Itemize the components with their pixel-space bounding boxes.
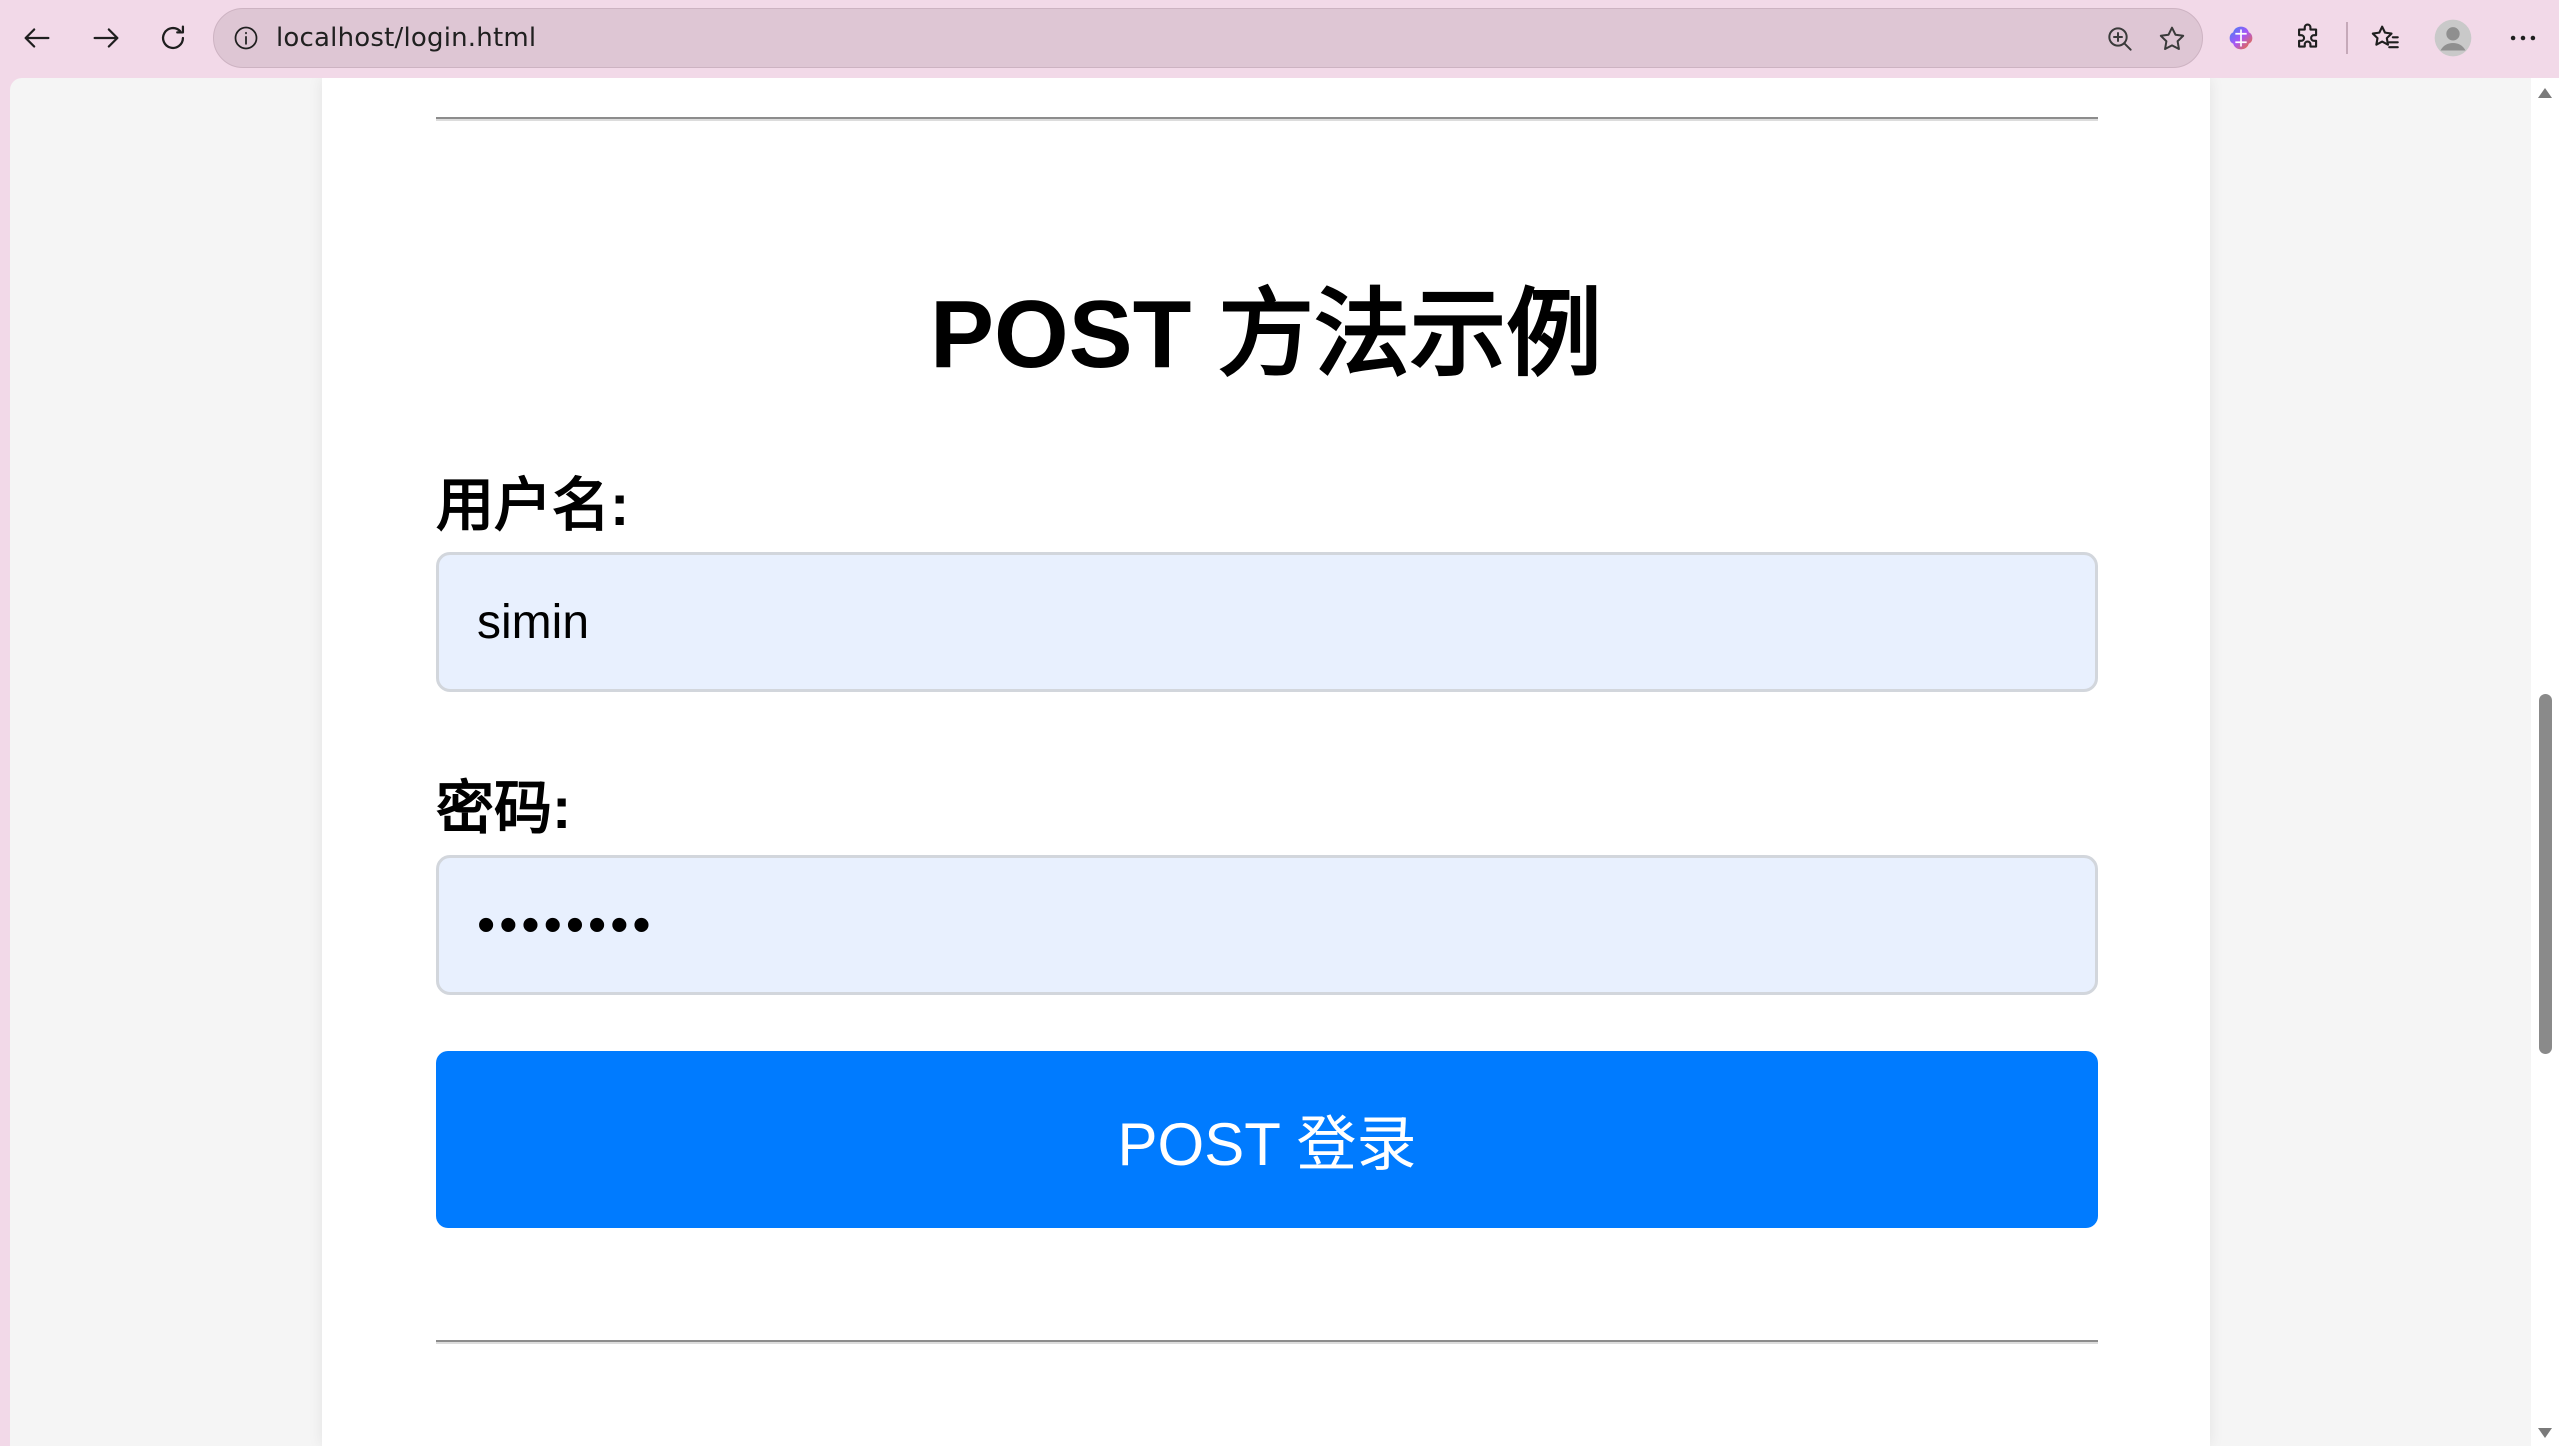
reload-button[interactable] [148, 13, 198, 63]
menu-button[interactable] [2499, 14, 2547, 62]
toolbar-divider [2346, 22, 2348, 54]
username-input[interactable] [436, 552, 2098, 692]
arrow-left-icon [24, 28, 50, 48]
bottom-divider [436, 1340, 2098, 1344]
scroll-down-arrow[interactable] [2538, 1428, 2552, 1438]
login-card: POST 方法示例 用户名: 密码: POST 登录 [322, 78, 2210, 1446]
page-viewport: POST 方法示例 用户名: 密码: POST 登录 [10, 78, 2541, 1446]
password-label: 密码: [436, 776, 572, 841]
zoom-in-icon [2108, 27, 2132, 51]
address-bar[interactable]: localhost/login.html [213, 8, 2203, 68]
profile-button[interactable] [2429, 14, 2477, 62]
info-icon [234, 26, 258, 50]
scroll-thumb[interactable] [2539, 694, 2552, 1054]
reload-icon [161, 25, 185, 50]
site-info-button[interactable] [228, 20, 264, 56]
arrow-right-icon [93, 28, 119, 48]
favorites-button[interactable] [2361, 14, 2409, 62]
extensions-button[interactable] [2285, 14, 2333, 62]
url-text[interactable]: localhost/login.html [276, 23, 536, 53]
puzzle-icon [2298, 23, 2318, 48]
profile-icon [2434, 19, 2472, 57]
page-title: POST 方法示例 [929, 281, 1603, 388]
star-icon [2159, 26, 2185, 50]
forward-button[interactable] [81, 13, 131, 63]
favorites-icon [2371, 25, 2399, 49]
browser-toolbar: localhost/login.html [0, 0, 2559, 78]
password-input[interactable] [436, 855, 2098, 995]
favorite-button[interactable] [2152, 19, 2192, 59]
more-icon [2510, 35, 2536, 41]
top-divider [436, 117, 2098, 121]
copilot-icon [2229, 26, 2253, 50]
scroll-up-arrow[interactable] [2538, 88, 2552, 98]
zoom-button[interactable] [2100, 19, 2140, 59]
back-button[interactable] [12, 13, 62, 63]
username-label: 用户名: [436, 473, 630, 538]
vertical-scrollbar[interactable] [2531, 78, 2559, 1446]
post-login-button[interactable]: POST 登录 [436, 1051, 2098, 1228]
copilot-button[interactable] [2217, 14, 2265, 62]
